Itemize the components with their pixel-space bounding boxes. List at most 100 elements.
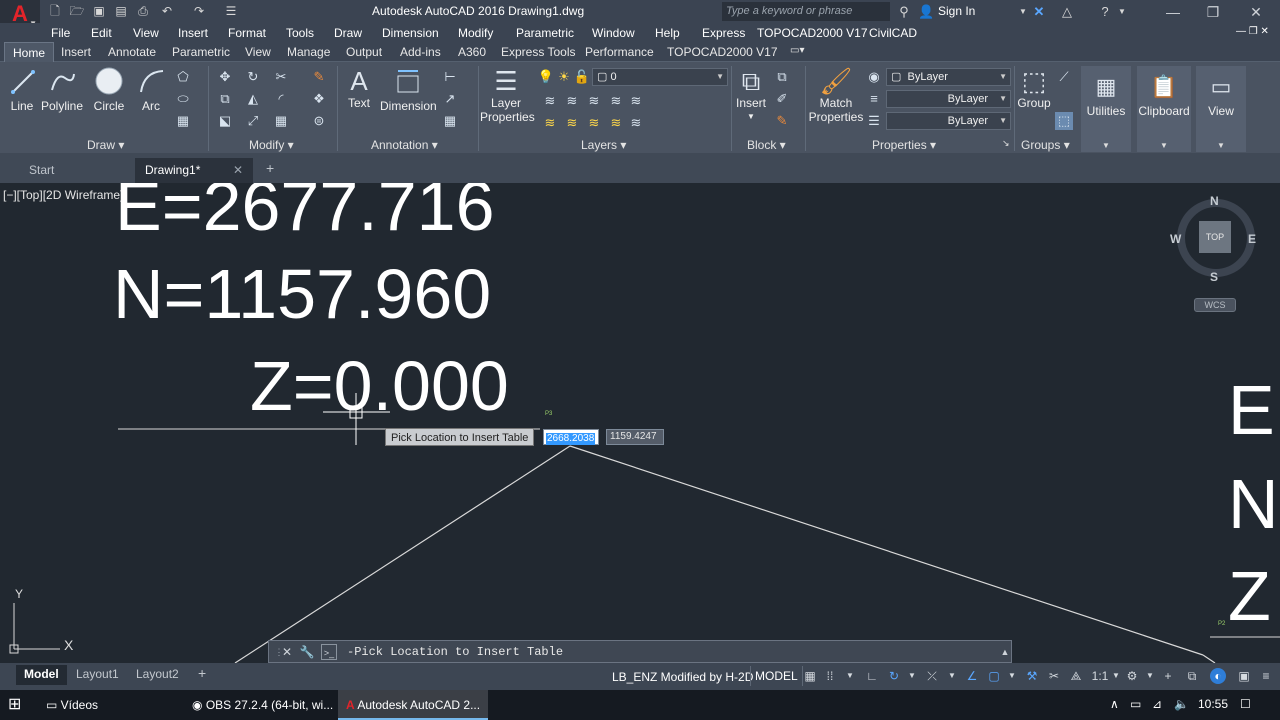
compass-west[interactable]: W bbox=[1170, 232, 1181, 246]
isolate-objects-icon[interactable]: ⧉ bbox=[1184, 668, 1200, 684]
object-snap-icon[interactable]: ▢ bbox=[986, 668, 1002, 684]
tab-layout1[interactable]: Layout1 bbox=[68, 665, 127, 685]
open-file-icon[interactable]: 🗁 bbox=[68, 3, 86, 20]
edit-block-icon[interactable]: ✐ bbox=[773, 90, 791, 108]
layer-tool-icon[interactable]: ≋ bbox=[607, 92, 625, 110]
tab-output[interactable]: Output bbox=[346, 45, 382, 59]
hardware-acceleration-icon[interactable]: ◐ bbox=[1210, 668, 1226, 684]
chevron-up-icon[interactable]: ▲ bbox=[997, 644, 1013, 660]
polyline-button[interactable]: Polyline bbox=[40, 66, 84, 113]
insert-block-button[interactable]: ⧉ Insert ▼ bbox=[733, 66, 769, 124]
clock[interactable]: 10:55 bbox=[1198, 697, 1228, 711]
menu-civilcad[interactable]: CivilCAD bbox=[869, 26, 917, 40]
offset-icon[interactable]: ⊜ bbox=[310, 112, 328, 130]
auto-scale-icon[interactable]: ✂ bbox=[1046, 668, 1062, 684]
sign-in-button[interactable]: Sign In bbox=[938, 4, 975, 18]
annotation-scale-icon[interactable]: ⟁ bbox=[1068, 668, 1084, 684]
menu-express[interactable]: Express bbox=[702, 26, 745, 40]
wrench-icon[interactable]: 🔧 bbox=[299, 644, 315, 660]
match-properties-button[interactable]: 🖌 Match Properties bbox=[808, 66, 864, 124]
create-block-icon[interactable]: ⧉ bbox=[773, 68, 791, 86]
color-wheel-icon[interactable]: ◉ bbox=[865, 68, 883, 86]
tab-view[interactable]: View bbox=[245, 45, 271, 59]
polygon-icon[interactable]: ⬠ bbox=[174, 68, 192, 86]
network-icon[interactable]: ⊿ bbox=[1152, 697, 1162, 711]
taskbar-item-obs[interactable]: ◉ OBS 27.2.4 (64-bit, wi... bbox=[192, 690, 333, 720]
new-tab-button[interactable]: + bbox=[256, 158, 284, 183]
line-button[interactable]: Line bbox=[6, 66, 38, 113]
linetype-dropdown[interactable]: ByLayer ▼ bbox=[886, 90, 1011, 108]
menu-parametric[interactable]: Parametric bbox=[516, 26, 574, 40]
user-icon[interactable]: 👤 bbox=[918, 3, 934, 20]
modify-panel-label[interactable]: Modify ▾ bbox=[249, 138, 294, 152]
text-button[interactable]: A Text bbox=[342, 66, 376, 110]
plus-icon[interactable]: + bbox=[1160, 668, 1176, 684]
command-line-text[interactable]: ‐Pick Location to Insert Table bbox=[347, 645, 563, 659]
chevron-down-icon[interactable]: ▼ bbox=[1004, 668, 1020, 684]
taskbar-item-videos[interactable]: ▭ Vídeos bbox=[44, 690, 98, 720]
utilities-button[interactable]: ▦ Utilities ▼ bbox=[1081, 66, 1131, 152]
layer-dropdown[interactable]: ▢ 0 ▼ bbox=[592, 68, 728, 86]
qat-dropdown-icon[interactable]: ☰ bbox=[222, 3, 240, 20]
dynamic-input-y[interactable]: 1159.4247 bbox=[606, 429, 664, 445]
annotation-visibility-icon[interactable]: ⚒ bbox=[1024, 668, 1040, 684]
clean-screen-icon[interactable]: ▣ bbox=[1236, 668, 1252, 684]
mirror-icon[interactable]: ◭ bbox=[244, 90, 262, 108]
groups-panel-label[interactable]: Groups ▾ bbox=[1021, 138, 1070, 152]
view-button[interactable]: ▭ View ▼ bbox=[1196, 66, 1246, 152]
layers-panel-label[interactable]: Layers ▾ bbox=[581, 138, 626, 152]
dimension-button[interactable]: Dimension bbox=[380, 66, 437, 113]
compass-east[interactable]: E bbox=[1248, 232, 1256, 246]
trim-icon[interactable]: ✂ bbox=[272, 68, 290, 86]
properties-panel-label[interactable]: Properties ▾ bbox=[872, 138, 936, 152]
autodesk-a360-icon[interactable]: △ bbox=[1058, 3, 1076, 20]
minimize-button[interactable]: — bbox=[1153, 2, 1193, 22]
tab-express-tools[interactable]: Express Tools bbox=[501, 45, 575, 59]
compass-south[interactable]: S bbox=[1210, 270, 1218, 284]
stretch-icon[interactable]: ⬕ bbox=[216, 112, 234, 130]
chevron-down-icon[interactable]: ▼ bbox=[1142, 668, 1158, 684]
tray-chevron-icon[interactable]: ∧ bbox=[1110, 697, 1119, 711]
array-icon[interactable]: ▦ bbox=[272, 112, 290, 130]
close-icon[interactable]: ✕ bbox=[279, 644, 295, 660]
arc-button[interactable]: Arc bbox=[134, 66, 168, 113]
menu-edit[interactable]: Edit bbox=[91, 26, 112, 40]
drawing-viewport[interactable]: [−][Top][2D Wireframe] E=2677.716 N=1157… bbox=[0, 183, 1280, 663]
group-button[interactable]: ⬚ Group bbox=[1016, 66, 1052, 110]
chevron-down-icon[interactable]: ▼ bbox=[842, 668, 858, 684]
layer-tool-icon[interactable]: ≋ bbox=[541, 92, 559, 110]
menu-window[interactable]: Window bbox=[592, 26, 635, 40]
tab-manage[interactable]: Manage bbox=[287, 45, 330, 59]
tab-start[interactable]: Start bbox=[19, 158, 129, 183]
leader-icon[interactable]: ⊢ bbox=[441, 68, 459, 86]
doc-window-controls[interactable]: — ❐ ✕ bbox=[1236, 26, 1269, 37]
tab-model[interactable]: Model bbox=[16, 665, 67, 685]
explode-icon[interactable]: ❖ bbox=[310, 90, 328, 108]
tab-a360[interactable]: A360 bbox=[458, 45, 486, 59]
linetype-icon[interactable]: ☰ bbox=[865, 112, 883, 130]
color-dropdown[interactable]: ▢ ByLayer ▼ bbox=[886, 68, 1011, 86]
polar-icon[interactable]: ↻ bbox=[886, 668, 902, 684]
menu-view[interactable]: View bbox=[133, 26, 159, 40]
ribbon-options-icon[interactable]: ▭▾ bbox=[790, 45, 804, 56]
close-tab-icon[interactable]: ✕ bbox=[233, 163, 243, 177]
menu-insert[interactable]: Insert bbox=[178, 26, 208, 40]
fillet-icon[interactable]: ◜ bbox=[272, 90, 290, 108]
lineweight-dropdown[interactable]: ByLayer ▼ bbox=[886, 112, 1011, 130]
circle-button[interactable]: Circle bbox=[90, 66, 128, 113]
new-file-icon[interactable]: 🗋 bbox=[46, 3, 64, 20]
annotation-panel-label[interactable]: Annotation ▾ bbox=[371, 138, 438, 152]
properties-launcher-icon[interactable]: ↘ bbox=[1002, 138, 1010, 149]
lineweight-icon[interactable]: ≡ bbox=[865, 90, 883, 108]
wcs-menu[interactable]: WCS bbox=[1194, 298, 1236, 312]
menu-file[interactable]: File bbox=[51, 26, 70, 40]
taskbar-item-autocad[interactable]: A Autodesk AutoCAD 2... bbox=[338, 690, 488, 720]
compass-north[interactable]: N bbox=[1210, 194, 1219, 208]
table-icon[interactable]: ▦ bbox=[441, 112, 459, 130]
save-icon[interactable]: ▣ bbox=[90, 3, 108, 20]
tab-add-ins[interactable]: Add-ins bbox=[400, 45, 441, 59]
layer-tool-icon[interactable]: ≋ bbox=[585, 92, 603, 110]
block-panel-label[interactable]: Block ▾ bbox=[747, 138, 786, 152]
model-space-button[interactable]: MODEL bbox=[750, 666, 803, 686]
tab-parametric[interactable]: Parametric bbox=[172, 45, 230, 59]
